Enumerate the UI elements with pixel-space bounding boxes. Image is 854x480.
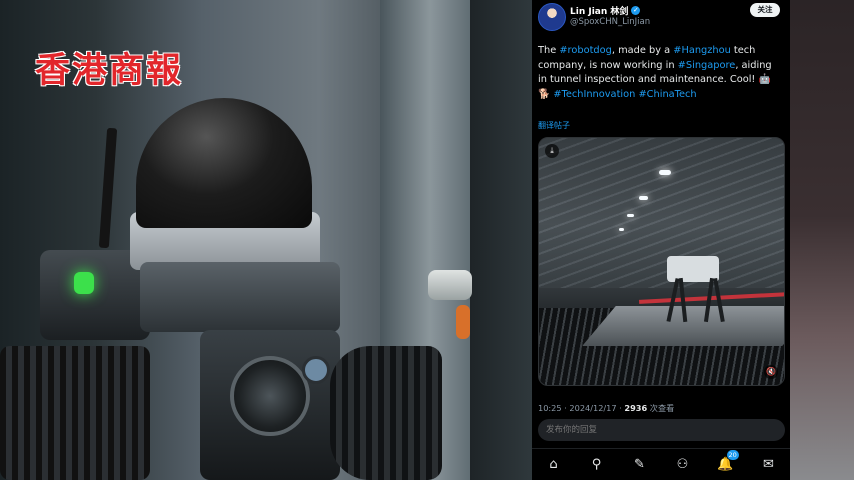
tweet-panel: Lin Jian 林剑 ✓ @SpoxCHN_LinJian 关注 The #r… [532,0,790,480]
robot-joint-right [330,346,442,480]
hashtag-link[interactable]: #Singapore [678,60,736,71]
avatar[interactable] [538,3,566,31]
hashtag-link[interactable]: #ChinaTech [638,89,696,100]
tweet-video[interactable]: ⤓ 🔇 [538,137,785,386]
verified-badge-icon: ✓ [631,6,641,15]
mute-icon[interactable]: 🔇 [764,365,778,379]
robot-antenna [98,127,118,249]
video-frame-robot-closeup: 香港商報 [0,0,532,480]
robot-body [140,262,340,332]
robot-joint-left [0,346,150,480]
notification-badge: 20 [726,449,739,460]
home-icon[interactable]: ⌂ [543,454,565,476]
reply-input[interactable] [538,419,785,441]
download-icon[interactable]: ⤓ [545,144,559,158]
tweet-text-segment: The [538,45,560,56]
hashtag-link[interactable]: #TechInnovation [553,89,635,100]
compose-icon[interactable]: ✎ [629,454,651,476]
tweet-timestamp[interactable]: 10:25 · 2024/12/17 · [538,403,624,413]
camera-dome [136,98,312,228]
screen: 香港商報 Lin Jian 林剑 ✓ @SpoxCHN_LinJian 关注 T… [0,0,854,480]
follow-button[interactable]: 关注 [750,3,780,17]
ceiling-light [619,228,624,231]
tunnel-ceiling [539,138,784,288]
view-count-label: 次查看 [647,403,675,413]
ceiling-light [659,170,671,175]
green-status-light [74,272,94,294]
ceiling-light [627,214,634,217]
view-count: 2936 [624,403,648,413]
news-logo-watermark: 香港商報 [35,50,184,91]
background-strip [790,0,854,480]
translate-post-link[interactable]: 翻译帖子 [538,120,570,131]
author-handle[interactable]: @SpoxCHN_LinJian [570,17,650,27]
communities-icon[interactable]: ⚇ [672,454,694,476]
robot-camera-lens [230,356,310,436]
ceiling-light [639,196,648,200]
hashtag-link[interactable]: #robotdog [559,45,612,56]
messages-icon[interactable]: ✉ [758,454,780,476]
tweet-text: The #robotdog, made by a #Hangzhou tech … [538,44,782,102]
red-rail [638,292,784,304]
author-display-name[interactable]: Lin Jian 林剑 [570,4,628,17]
tweet-text-segment: , made by a [611,45,674,56]
tweet-meta: 10:25 · 2024/12/17 · 2936 次查看 [538,402,674,414]
hashtag-link[interactable]: #Hangzhou [673,45,731,56]
author-name-row: Lin Jian 林剑 ✓ [570,4,641,17]
search-icon[interactable]: ⚲ [586,454,608,476]
notifications-icon[interactable]: 🔔 20 [715,449,739,476]
bottom-nav: ⌂ ⚲ ✎ ⚇ 🔔 20 ✉ [532,448,790,480]
robot-side-sensor [302,356,330,384]
tweet-header: Lin Jian 林剑 ✓ @SpoxCHN_LinJian 关注 [538,3,784,31]
